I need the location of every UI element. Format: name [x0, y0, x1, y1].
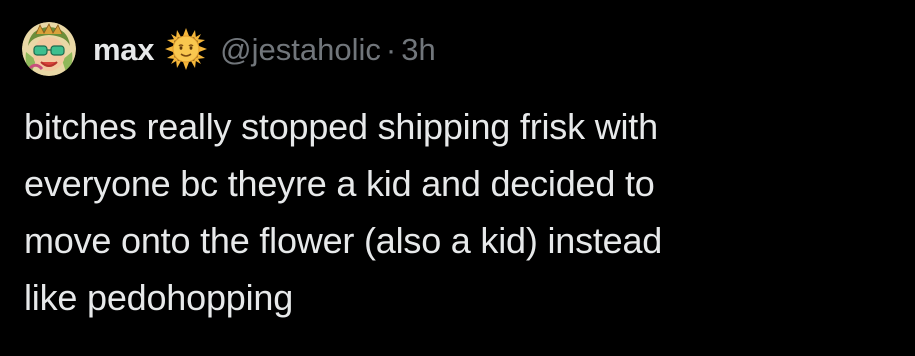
separator-dot: · [385, 31, 397, 67]
display-name[interactable]: max [93, 34, 154, 65]
user-handle[interactable]: @jestaholic [220, 34, 381, 65]
tweet-text: bitches really stopped shipping frisk wi… [24, 106, 663, 318]
sun-with-face-icon [165, 28, 208, 70]
tweet: max @jestaholic · 3h bitches really stop… [0, 0, 915, 356]
timestamp[interactable]: 3h [401, 34, 435, 65]
avatar[interactable] [22, 22, 76, 76]
tweet-header: max @jestaholic · 3h [22, 22, 436, 76]
